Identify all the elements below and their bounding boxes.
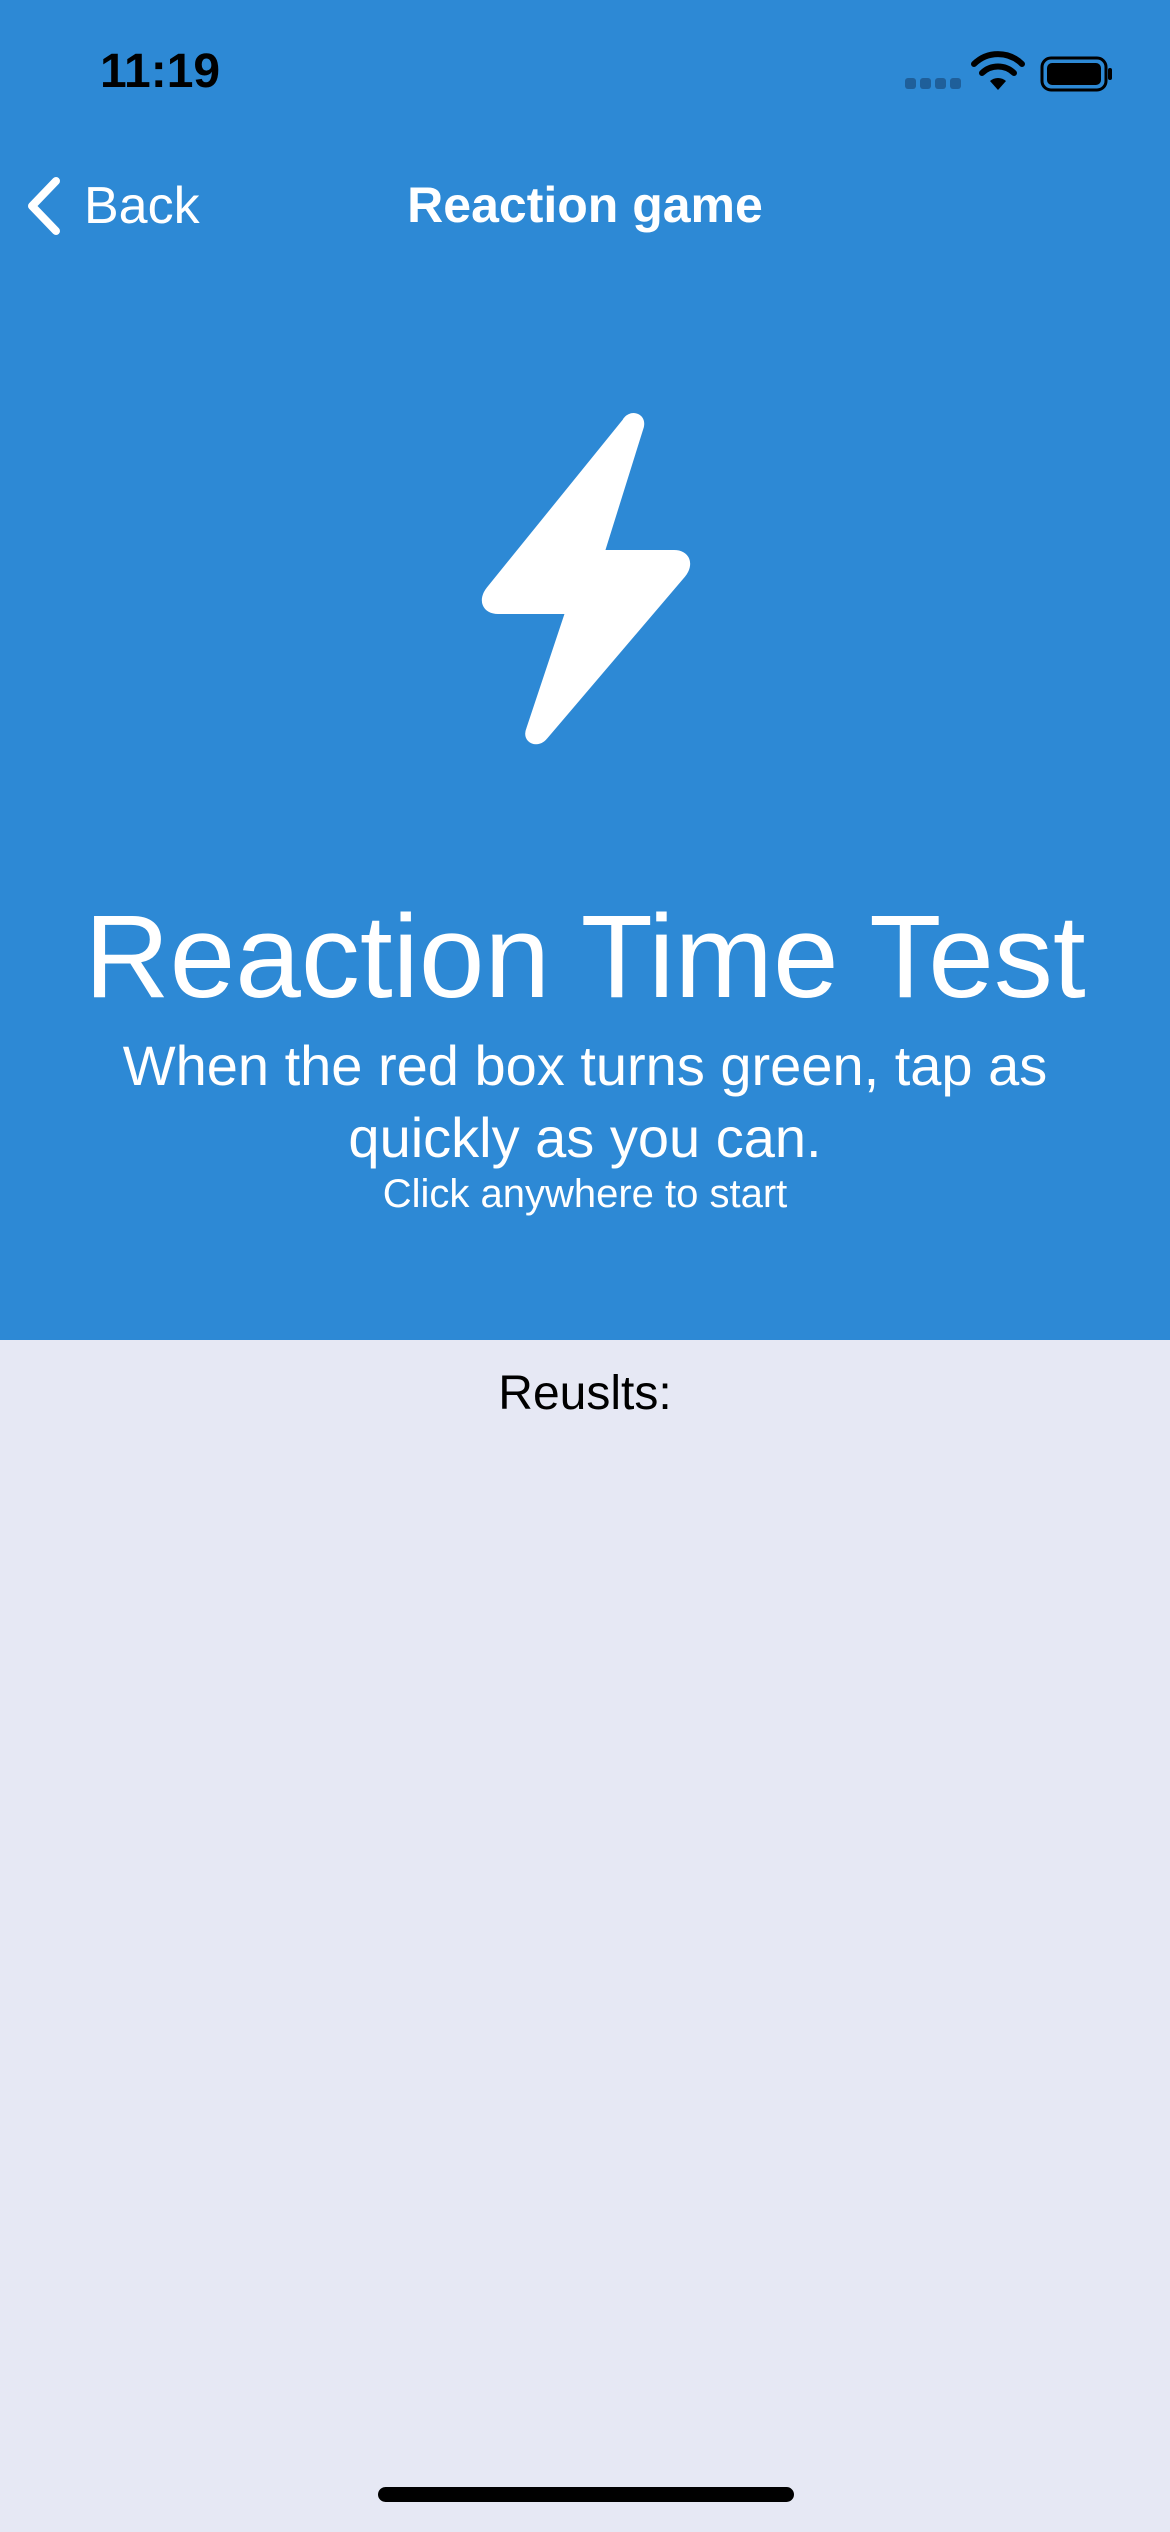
battery-icon xyxy=(1040,56,1112,92)
bolt-icon xyxy=(481,413,691,745)
hero-description: When the red box turns green, tap as qui… xyxy=(122,1034,1048,1169)
hero-title: Reaction Time Test xyxy=(84,891,1086,1023)
cellular-signal-icon xyxy=(905,78,961,90)
home-indicator[interactable] xyxy=(378,2487,794,2502)
results-label: Reuslts: xyxy=(498,1367,672,1420)
wifi-icon xyxy=(971,51,1025,90)
status-time: 11:19 xyxy=(100,45,221,98)
page-title: Reaction game xyxy=(407,177,763,233)
start-hint: Click anywhere to start xyxy=(382,1172,788,1216)
start-tap-area[interactable]: 11:19 Back Reaction game Reaction Time T… xyxy=(0,0,1170,1340)
